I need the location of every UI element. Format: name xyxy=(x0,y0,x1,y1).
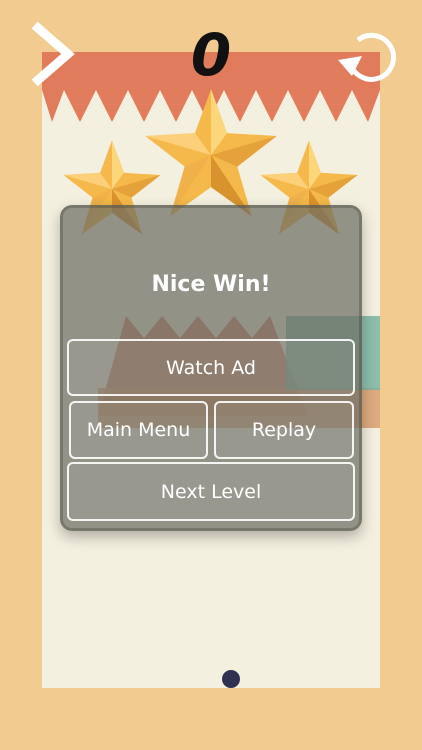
chevron-right-icon[interactable] xyxy=(30,22,76,86)
next-level-button[interactable]: Next Level xyxy=(67,462,355,521)
player-ball xyxy=(222,670,240,688)
main-menu-button[interactable]: Main Menu xyxy=(69,401,208,459)
replay-button[interactable]: Replay xyxy=(214,401,354,459)
restart-icon[interactable] xyxy=(336,24,402,84)
dialog-title: Nice Win! xyxy=(151,272,271,297)
watch-ad-button[interactable]: Watch Ad xyxy=(67,339,355,396)
